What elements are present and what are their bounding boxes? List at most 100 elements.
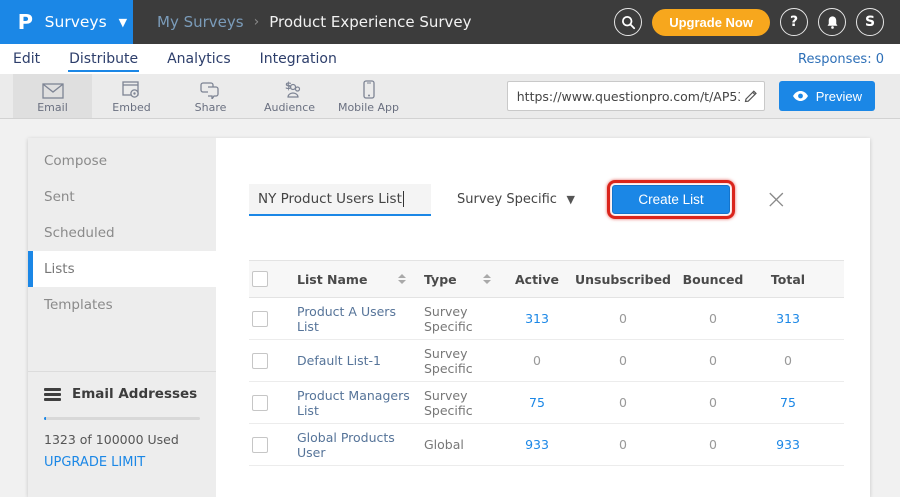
- channel-label: Mobile App: [338, 101, 399, 114]
- channel-label: Audience: [264, 101, 315, 114]
- annotation-highlight-ring: Create List: [607, 180, 735, 219]
- unsubscribed-count-cell: 0: [573, 311, 673, 326]
- unsubscribed-count-cell: 0: [573, 437, 673, 452]
- tab-integration[interactable]: Integration: [259, 47, 338, 72]
- row-checkbox[interactable]: [252, 395, 268, 411]
- unsubscribed-count-value: 0: [619, 395, 627, 410]
- active-count-value[interactable]: 75: [529, 395, 545, 410]
- bounced-count-cell: 0: [673, 311, 753, 326]
- channel-email[interactable]: Email: [13, 74, 92, 118]
- sidebar-item-lists[interactable]: Lists: [28, 251, 216, 287]
- active-count-cell: 75: [501, 395, 573, 410]
- survey-url-field[interactable]: https://www.questionpro.com/t/AP53kZgfo: [507, 81, 765, 111]
- column-header-list-name[interactable]: List Name: [289, 272, 416, 287]
- create-list-row: NY Product Users List Survey Specific ▼ …: [249, 180, 870, 219]
- audience-icon: $: [279, 79, 301, 99]
- sort-icon[interactable]: [483, 274, 491, 284]
- tab-analytics[interactable]: Analytics: [166, 47, 232, 72]
- table-header-row: List NameTypeActiveUnsubscribedBouncedTo…: [249, 260, 844, 298]
- unsubscribed-count-cell: 0: [573, 353, 673, 368]
- total-count-value[interactable]: 75: [780, 395, 796, 410]
- list-name-input[interactable]: NY Product Users List: [249, 184, 431, 216]
- email-addresses-section: Email Addresses 1323 of 100000 Used UPGR…: [28, 371, 216, 470]
- close-icon[interactable]: ×: [765, 186, 788, 213]
- total-count-value[interactable]: 933: [776, 437, 800, 452]
- list-name-link[interactable]: Product A Users List: [289, 304, 416, 334]
- row-checkbox[interactable]: [252, 437, 268, 453]
- channel-audience[interactable]: $ Audience: [250, 74, 329, 118]
- tab-edit[interactable]: Edit: [12, 47, 41, 72]
- list-name-cell: Default List-1: [289, 353, 416, 368]
- list-type-value: Survey Specific: [416, 304, 501, 334]
- edit-url-pencil-icon[interactable]: [744, 89, 758, 103]
- preview-label: Preview: [816, 89, 862, 104]
- list-type-cell: Global: [416, 437, 501, 452]
- embed-icon: [122, 79, 141, 99]
- table-body: Product A Users ListSurvey Specific31300…: [249, 298, 844, 466]
- channel-mobile-app[interactable]: Mobile App: [329, 74, 408, 118]
- product-switcher[interactable]: P Surveys ▼: [0, 0, 133, 44]
- table-row: Default List-1Survey Specific0000: [249, 340, 844, 382]
- bounced-count-cell: 0: [673, 437, 753, 452]
- lists-table: List NameTypeActiveUnsubscribedBouncedTo…: [249, 260, 844, 466]
- sidebar-item-compose[interactable]: Compose: [28, 143, 216, 179]
- channel-share[interactable]: Share: [171, 74, 250, 118]
- list-name-link[interactable]: Product Managers List: [289, 388, 416, 418]
- total-count-cell: 0: [753, 353, 823, 368]
- upgrade-now-button[interactable]: Upgrade Now: [652, 9, 770, 36]
- preview-button[interactable]: Preview: [779, 81, 875, 111]
- total-count-cell: 933: [753, 437, 823, 452]
- question-mark-icon: ?: [790, 14, 798, 30]
- usage-text: 1323 of 100000 Used: [44, 432, 200, 447]
- list-name-link[interactable]: Default List-1: [289, 353, 381, 368]
- total-count-value[interactable]: 313: [776, 311, 800, 326]
- email-distribution-panel: ComposeSentScheduledListsTemplates Email…: [28, 138, 870, 497]
- nav-tabs: Edit Distribute Analytics Integration: [12, 47, 365, 72]
- column-label: Bounced: [683, 272, 744, 287]
- notifications-button[interactable]: [818, 8, 846, 36]
- questionpro-logo: P: [18, 10, 33, 34]
- usage-progress-bar: [44, 417, 200, 420]
- email-addresses-title: Email Addresses: [72, 386, 197, 402]
- upgrade-limit-link[interactable]: UPGRADE LIMIT: [44, 455, 200, 470]
- list-type-select[interactable]: Survey Specific ▼: [457, 192, 575, 207]
- breadcrumb: My Surveys › Product Experience Survey: [157, 13, 472, 31]
- channel-label: Share: [195, 101, 227, 114]
- sidebar-item-scheduled[interactable]: Scheduled: [28, 215, 216, 251]
- text-cursor: [403, 191, 404, 207]
- select-all-checkbox[interactable]: [252, 271, 268, 287]
- mobile-app-icon: [363, 79, 375, 99]
- bounced-count-cell: 0: [673, 395, 753, 410]
- eye-icon: [792, 90, 809, 102]
- total-count-cell: 75: [753, 395, 823, 410]
- search-button[interactable]: [614, 8, 642, 36]
- list-type-value: Survey Specific: [457, 192, 557, 207]
- help-button[interactable]: ?: [780, 8, 808, 36]
- channel-label: Email: [37, 101, 68, 114]
- list-type-cell: Survey Specific: [416, 388, 501, 418]
- active-count-value[interactable]: 313: [525, 311, 549, 326]
- address-list-icon: [44, 388, 61, 401]
- create-list-button[interactable]: Create List: [612, 185, 730, 214]
- row-checkbox[interactable]: [252, 311, 268, 327]
- user-avatar[interactable]: S: [856, 8, 884, 36]
- table-row: Global Products UserGlobal 933 00 933: [249, 424, 844, 466]
- table-row: Product Managers ListSurvey Specific 75 0 0…: [249, 382, 844, 424]
- email-icon: [42, 79, 64, 99]
- row-checkbox[interactable]: [252, 353, 268, 369]
- responses-count[interactable]: Responses: 0: [798, 52, 884, 67]
- column-header-type[interactable]: Type: [416, 272, 501, 287]
- channel-embed[interactable]: Embed: [92, 74, 171, 118]
- row-checkbox-cell: [249, 437, 289, 453]
- sidebar-item-sent[interactable]: Sent: [28, 179, 216, 215]
- column-header-unsubscribed: Unsubscribed: [573, 272, 673, 287]
- sort-icon[interactable]: [398, 274, 406, 284]
- tab-distribute[interactable]: Distribute: [68, 47, 139, 72]
- sidebar-item-templates[interactable]: Templates: [28, 287, 216, 323]
- list-name-link[interactable]: Global Products User: [289, 430, 416, 460]
- list-type-value: Survey Specific: [416, 346, 501, 376]
- list-type-value: Global: [416, 437, 464, 452]
- breadcrumb-my-surveys[interactable]: My Surveys: [157, 13, 244, 31]
- list-name-cell: Product A Users List: [289, 304, 416, 334]
- active-count-value[interactable]: 933: [525, 437, 549, 452]
